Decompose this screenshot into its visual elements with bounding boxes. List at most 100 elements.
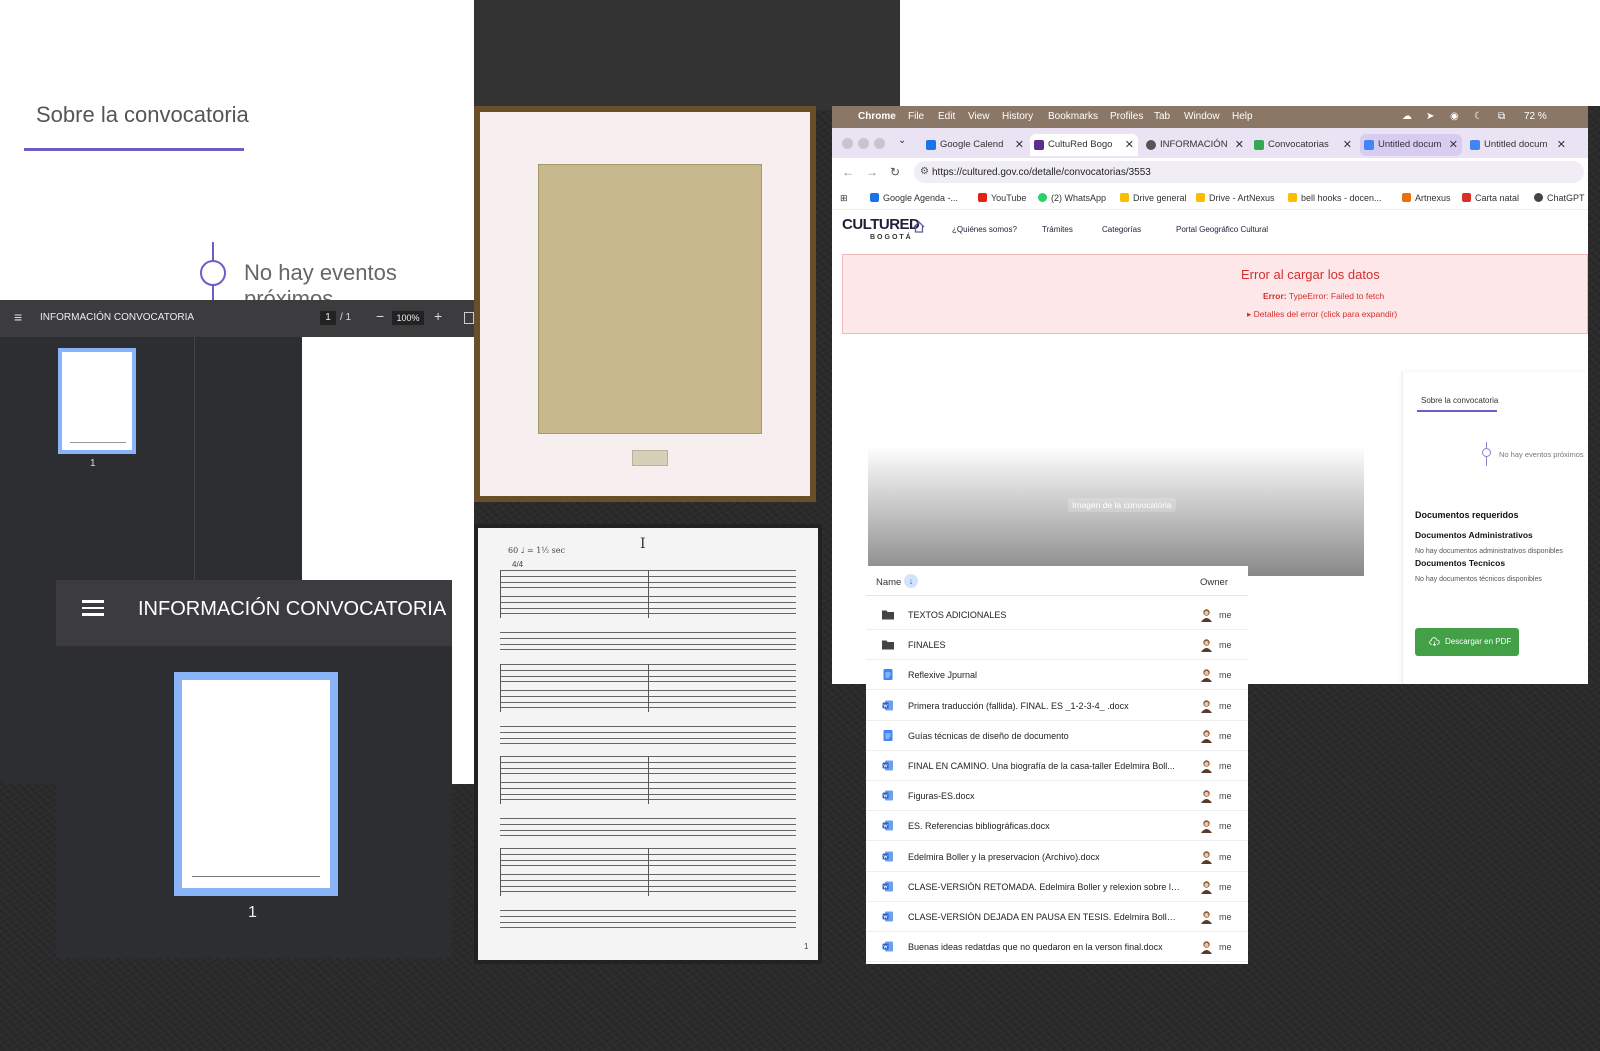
frame-mat: [480, 112, 810, 496]
drive-row[interactable]: ES. Referencias bibliográficas.docx me: [866, 811, 1248, 842]
tab-informacion[interactable]: INFORMACIÓN ✕: [1142, 134, 1248, 156]
owner-name: me: [1219, 821, 1232, 832]
forward-button[interactable]: →: [866, 165, 878, 179]
maximize-window-button[interactable]: [874, 138, 885, 149]
minimize-window-button[interactable]: [858, 138, 869, 149]
drive-row[interactable]: FINAL EN CAMINO. Una biografía de la cas…: [866, 751, 1248, 781]
word-doc-icon: [882, 820, 893, 831]
apps-icon[interactable]: ⊞: [840, 193, 848, 204]
owner-name: me: [1219, 730, 1232, 741]
reload-button[interactable]: ↻: [890, 165, 900, 179]
cursor-icon[interactable]: ➤: [1426, 111, 1434, 122]
menu-help[interactable]: Help: [1232, 111, 1253, 122]
tab-label: CultuRed Bogo: [1048, 139, 1113, 150]
folder-icon: [882, 610, 894, 620]
drive-row[interactable]: Buenas ideas redatdas que no quedaron en…: [866, 932, 1248, 963]
owner-avatar: [1201, 609, 1212, 622]
bookmark-drive-general[interactable]: Drive general: [1120, 193, 1187, 203]
site-info-icon[interactable]: ⚙: [920, 166, 929, 177]
tab-search-icon[interactable]: ⌄: [898, 135, 906, 146]
creative-cloud-icon[interactable]: ☁: [1402, 111, 1412, 122]
menu-file[interactable]: File: [908, 111, 924, 122]
drive-row[interactable]: Edelmira Boller y la preservacion (Archi…: [866, 842, 1248, 872]
page-number-input[interactable]: 1: [320, 311, 336, 325]
menu-icon[interactable]: [82, 600, 104, 618]
bookmark-chatgpt[interactable]: ChatGPT: [1534, 193, 1585, 203]
menu-edit[interactable]: Edit: [938, 111, 955, 122]
download-pdf-button[interactable]: Descargar en PDF: [1415, 628, 1519, 656]
bookmark-artnexus[interactable]: Artnexus: [1402, 193, 1451, 203]
drive-row[interactable]: Reflexive Jpurnal me: [866, 660, 1248, 691]
close-icon[interactable]: ✕: [1235, 134, 1244, 156]
close-icon[interactable]: ✕: [1015, 134, 1024, 156]
menu-icon[interactable]: ≡: [14, 310, 26, 324]
menu-tab[interactable]: Tab: [1154, 111, 1170, 122]
menu-profiles[interactable]: Profiles: [1110, 111, 1143, 122]
tab-convocatorias[interactable]: Convocatorias ✕: [1250, 134, 1356, 156]
nav-tramites[interactable]: Trámites: [1042, 225, 1073, 234]
nav-categorias[interactable]: Categorías: [1102, 225, 1141, 234]
screens-icon[interactable]: ⧉: [1498, 111, 1505, 122]
moon-icon[interactable]: ☾: [1474, 111, 1483, 122]
tab-untitled-doc-2[interactable]: Untitled docum ✕: [1466, 134, 1570, 156]
sort-arrow-down-icon[interactable]: ↓: [904, 574, 918, 588]
nav-portal-geografico[interactable]: Portal Geográfico Cultural: [1176, 225, 1268, 234]
error-text: TypeError: Failed to fetch: [1288, 291, 1385, 301]
drive-row[interactable]: CLASE-VERSIÓN DEJADA EN PAUSA EN TESIS. …: [866, 902, 1248, 932]
drive-row[interactable]: Primera traducción (fallida). FINAL. ES …: [866, 691, 1248, 721]
close-icon[interactable]: ✕: [1125, 134, 1134, 156]
bookmark-label: Drive general: [1133, 193, 1187, 203]
menu-view[interactable]: View: [968, 111, 990, 122]
page-thumbnail[interactable]: [58, 348, 136, 454]
thumbnail-line: [192, 876, 320, 877]
zoom-out-button[interactable]: −: [376, 308, 384, 324]
tab-untitled-doc-1[interactable]: Untitled docum ✕: [1360, 134, 1462, 156]
close-window-button[interactable]: [842, 138, 853, 149]
column-name-header[interactable]: Name: [876, 577, 901, 588]
menu-app-name[interactable]: Chrome: [858, 111, 896, 122]
close-icon[interactable]: ✕: [1343, 134, 1352, 156]
close-icon[interactable]: ✕: [1449, 134, 1458, 156]
tab-sobre-convocatoria[interactable]: Sobre la convocatoria: [1421, 396, 1498, 405]
file-name: Reflexive Jpurnal: [908, 670, 978, 681]
zoom-in-button[interactable]: +: [434, 308, 442, 324]
nav-quienes-somos[interactable]: ¿Quiénes somos?: [952, 225, 1017, 234]
menu-history[interactable]: History: [1002, 111, 1033, 122]
menu-window[interactable]: Window: [1184, 111, 1220, 122]
drive-row[interactable]: TEXTOS ADICIONALES me: [866, 600, 1248, 630]
record-icon[interactable]: ◉: [1450, 111, 1459, 122]
youtube-icon: [978, 193, 987, 202]
drive-row[interactable]: FINALES me: [866, 630, 1248, 661]
sobre-title[interactable]: Sobre la convocatoria: [36, 102, 249, 128]
back-button[interactable]: ←: [842, 165, 854, 179]
site-logo[interactable]: CULTURED: [842, 216, 920, 233]
drive-row[interactable]: Guías técnicas de diseño de documento me: [866, 721, 1248, 751]
address-bar-row: ← → ↻ ⚙ https://cultured.gov.co/detalle/…: [832, 158, 1588, 186]
menu-bookmarks[interactable]: Bookmarks: [1048, 111, 1098, 122]
file-name: Buenas ideas redatdas que no quedaron en…: [908, 942, 1163, 953]
sheet-music-photo: 60 ♩ = 1½ sec 4/4 I 1: [474, 524, 822, 964]
bookmark-bell-hooks[interactable]: bell hooks - docen...: [1288, 193, 1382, 203]
battery-status[interactable]: 72 %: [1524, 111, 1547, 122]
home-icon[interactable]: [912, 220, 926, 234]
bookmark-label: YouTube: [991, 193, 1027, 203]
tab-google-calendar[interactable]: Google Calend ✕: [922, 134, 1028, 156]
bookmark-carta-natal[interactable]: Carta natal: [1462, 193, 1519, 203]
bookmark-youtube[interactable]: YouTube: [978, 193, 1026, 203]
error-details-toggle[interactable]: ▸ Detalles del error (click para expandi…: [1247, 309, 1397, 320]
zoom-level-input[interactable]: 100%: [392, 311, 424, 325]
drive-row[interactable]: CLASE-VERSIÓN RETOMADA. Edelmira Boller …: [866, 872, 1248, 902]
bookmark-drive-artnexus[interactable]: Drive - ArtNexus: [1196, 193, 1275, 203]
column-owner-header[interactable]: Owner: [1200, 577, 1228, 588]
close-icon[interactable]: ✕: [1557, 134, 1566, 156]
bookmark-google-agenda[interactable]: Google Agenda -...: [870, 193, 958, 203]
bookmark-whatsapp[interactable]: (2) WhatsApp: [1038, 193, 1106, 203]
drive-row[interactable]: Figuras-ES.docx me: [866, 781, 1248, 812]
fit-page-icon[interactable]: [464, 312, 474, 324]
page-thumbnail[interactable]: [174, 672, 338, 896]
globe-icon: [1146, 140, 1156, 150]
file-name: FINAL EN CAMINO. Una biografía de la cas…: [908, 761, 1175, 771]
url-text[interactable]: https://cultured.gov.co/detalle/convocat…: [932, 167, 1151, 178]
tab-label: Untitled docum: [1484, 139, 1548, 150]
tab-culturedbogota[interactable]: CultuRed Bogo ✕: [1030, 134, 1138, 156]
